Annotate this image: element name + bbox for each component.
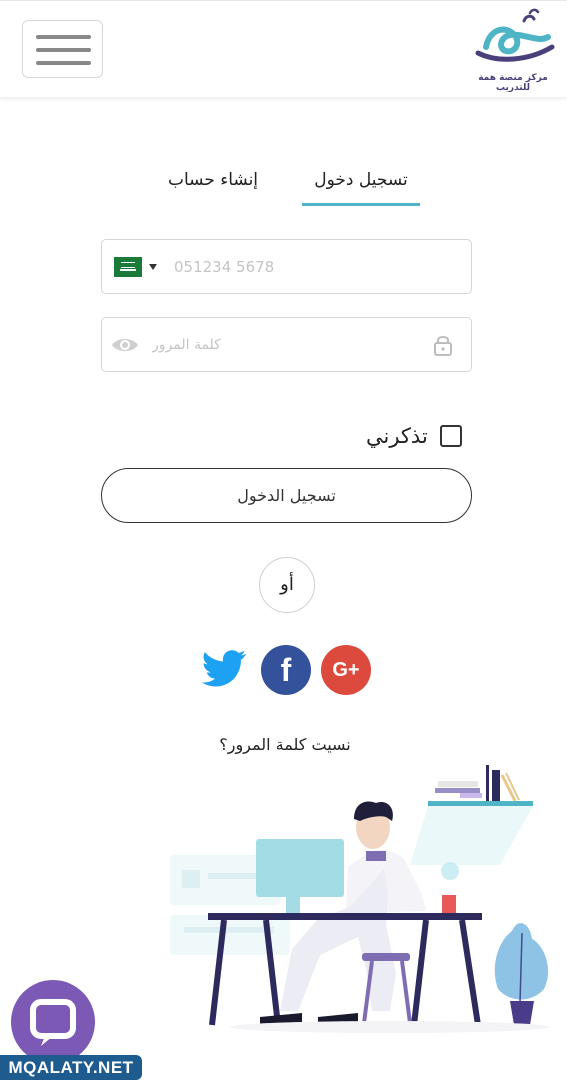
logo-mark-icon bbox=[475, 8, 555, 62]
login-button[interactable]: تسجيل الدخول bbox=[101, 468, 472, 523]
chat-bubble-icon bbox=[30, 999, 76, 1046]
facebook-button[interactable]: f bbox=[261, 645, 311, 695]
google-plus-icon: G+ bbox=[332, 659, 360, 681]
twitter-button[interactable] bbox=[200, 645, 250, 695]
google-plus-button[interactable]: G+ bbox=[321, 645, 371, 695]
phone-field bbox=[101, 239, 472, 294]
workspace-illustration bbox=[170, 765, 550, 1033]
remember-me-checkbox[interactable] bbox=[440, 425, 462, 447]
facebook-icon: f bbox=[280, 652, 292, 688]
lock-icon bbox=[434, 336, 452, 356]
logo[interactable]: مركز منصة همة للتدريب bbox=[468, 7, 558, 93]
hamburger-menu-icon bbox=[36, 35, 91, 39]
logo-text: مركز منصة همة للتدريب bbox=[478, 73, 548, 93]
watermark: MQALATY.NET bbox=[0, 1055, 142, 1080]
chevron-down-icon[interactable] bbox=[149, 264, 157, 270]
tab-register[interactable]: إنشاء حساب bbox=[158, 170, 268, 190]
remember-me-label: تذكرني bbox=[366, 424, 428, 448]
saudi-flag-icon[interactable] bbox=[114, 257, 142, 277]
menu-button[interactable] bbox=[22, 20, 103, 78]
active-tab-indicator bbox=[302, 203, 420, 206]
password-input[interactable] bbox=[152, 318, 422, 371]
hamburger-line bbox=[36, 48, 91, 52]
eye-icon[interactable] bbox=[111, 335, 139, 355]
app-header: مركز منصة همة للتدريب bbox=[0, 0, 567, 97]
password-field bbox=[101, 317, 472, 372]
twitter-icon bbox=[201, 650, 247, 687]
phone-input[interactable] bbox=[174, 240, 454, 293]
forgot-password-link[interactable]: نسيت كلمة المرور؟ bbox=[150, 735, 420, 754]
tab-login[interactable]: تسجيل دخول bbox=[302, 170, 420, 190]
live-chat-button[interactable] bbox=[11, 980, 95, 1064]
hamburger-line bbox=[36, 61, 91, 65]
or-divider: أو bbox=[259, 557, 315, 613]
